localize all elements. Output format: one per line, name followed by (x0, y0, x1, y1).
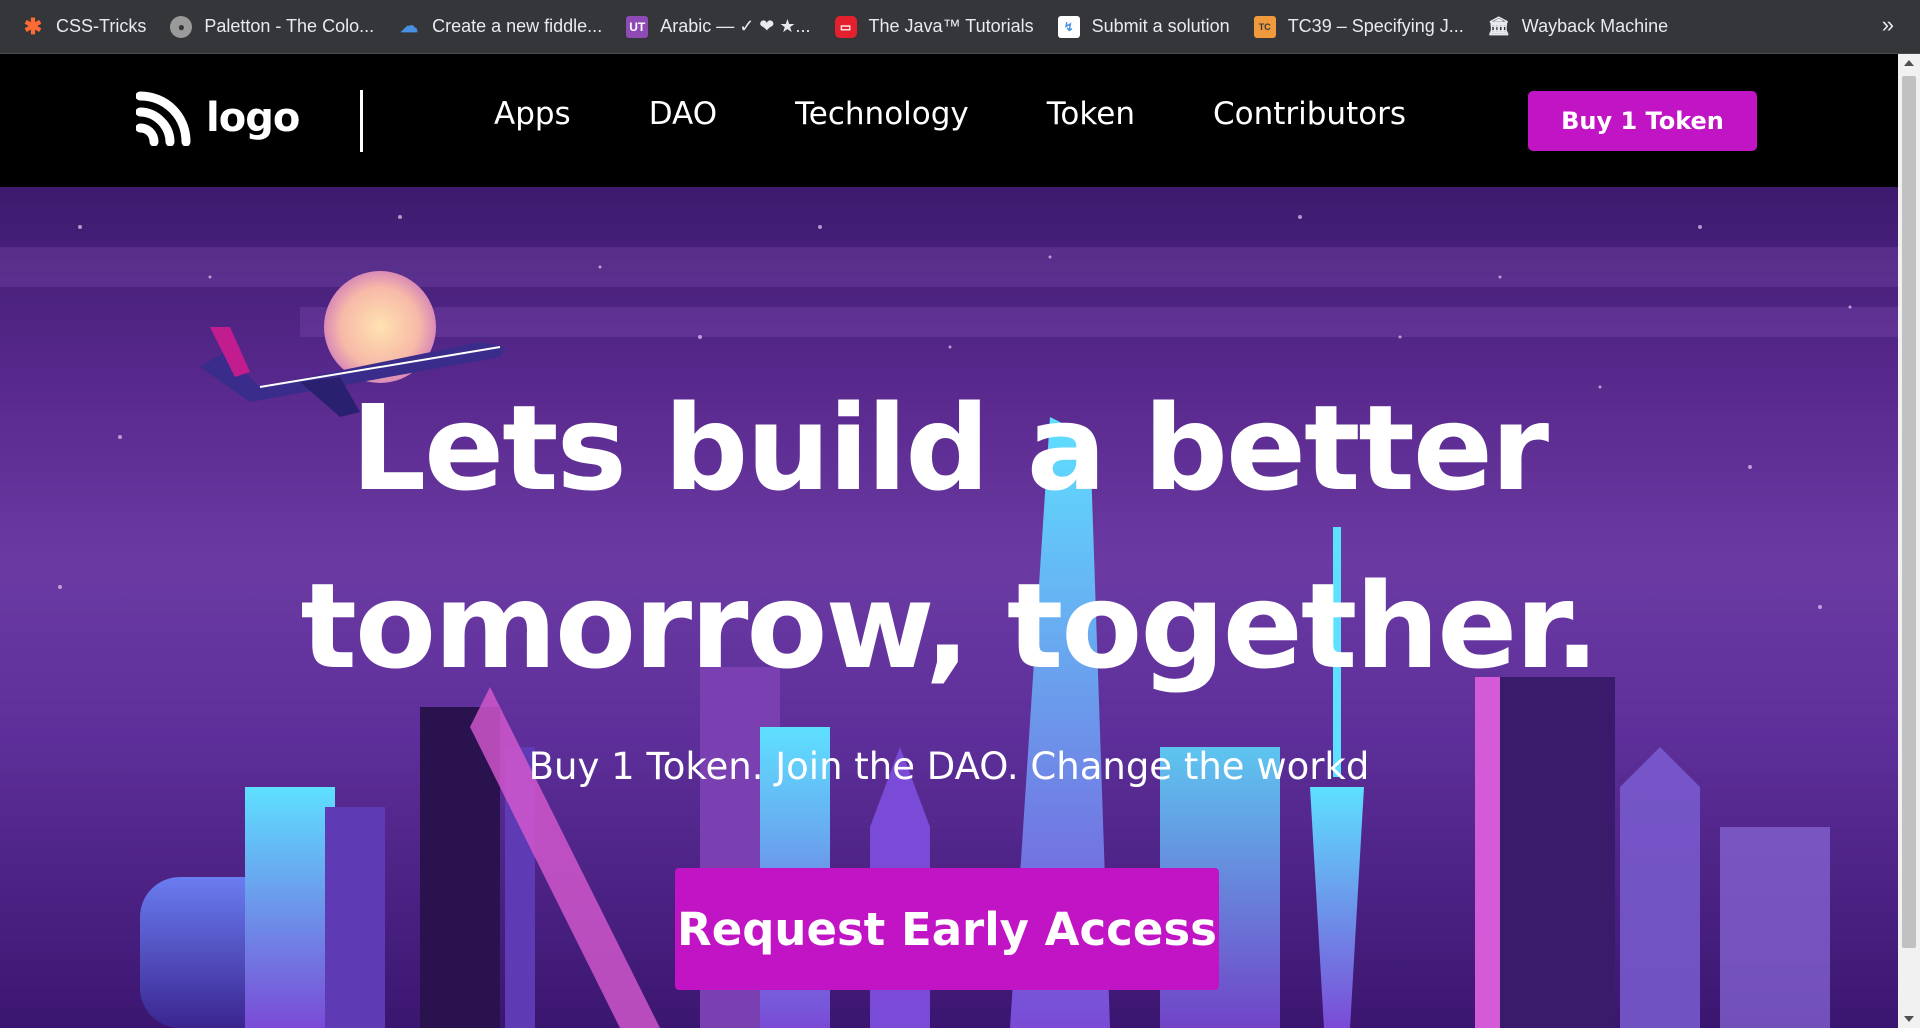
page-scrollbar[interactable] (1898, 54, 1920, 1028)
bookmark-label: TC39 – Specifying J... (1287, 16, 1464, 36)
nav-links: Apps DAO Technology Token Contributors (494, 96, 1484, 132)
bookmarks-bar: ✱ CSS-Tricks ● Paletton - The Colo... ☁ … (0, 0, 1920, 54)
scroll-down-arrow-icon[interactable] (1904, 1016, 1914, 1022)
bookmark-java-tutorials[interactable]: ▭ The Java™ Tutorials (834, 9, 1034, 45)
rss-logo-icon (136, 91, 191, 146)
hero-subtitle: Buy 1 Token. Join the DAO. Change the wo… (528, 745, 1370, 788)
nav-link-technology[interactable]: Technology (795, 96, 969, 132)
bookmark-label: Paletton - The Colo... (204, 16, 375, 36)
nav-link-token[interactable]: Token (1047, 96, 1135, 132)
nav-link-dao[interactable]: DAO (649, 96, 717, 132)
oracle-icon: ▭ (834, 15, 857, 38)
site-header: logo Apps DAO Technology Token Contribut… (0, 54, 1898, 187)
nav-link-apps[interactable]: Apps (494, 96, 571, 132)
scroll-up-arrow-icon[interactable] (1904, 60, 1914, 66)
paletton-icon: ● (170, 15, 193, 38)
bookmark-label: Wayback Machine (1521, 16, 1669, 36)
bookmark-label: The Java™ Tutorials (868, 16, 1034, 36)
bookmark-label: Arabic — ✓ ❤ ★... (660, 16, 811, 36)
bookmark-paletton[interactable]: ● Paletton - The Colo... (170, 9, 374, 45)
wayback-icon: 🏛 (1487, 16, 1511, 36)
css-tricks-icon: ✱ (23, 13, 43, 39)
bookmark-label: Create a new fiddle... (432, 16, 603, 36)
tc39-icon: TC (1253, 15, 1276, 38)
bookmark-label: Submit a solution (1091, 16, 1230, 36)
logo[interactable]: logo (136, 90, 300, 146)
bookmark-arabic[interactable]: UT Arabic — ✓ ❤ ★... (626, 9, 811, 45)
jsfiddle-icon: ☁ (400, 16, 419, 36)
buy-token-button[interactable]: Buy 1 Token (1528, 91, 1757, 151)
logo-text: logo (206, 95, 300, 141)
scrollbar-thumb[interactable] (1902, 76, 1916, 948)
hero-title-line-1: Lets build a better (350, 379, 1549, 517)
bookmark-tc39[interactable]: TC TC39 – Specifying J... (1253, 9, 1464, 45)
hero-title-line-2: tomorrow, together. (300, 557, 1600, 695)
bookmark-css-tricks[interactable]: ✱ CSS-Tricks (22, 9, 147, 45)
more-bookmarks-button[interactable]: » (1882, 12, 1894, 38)
nav-divider (360, 90, 363, 152)
submit-icon: ↯ (1057, 15, 1080, 38)
bookmark-submit-solution[interactable]: ↯ Submit a solution (1057, 9, 1230, 45)
bookmark-wayback[interactable]: 🏛 Wayback Machine (1487, 9, 1669, 45)
nav-link-contributors[interactable]: Contributors (1213, 96, 1406, 132)
hero-section: Lets build a better tomorrow, together. … (0, 187, 1898, 1028)
bookmark-label: CSS-Tricks (56, 16, 147, 36)
ut-icon: UT (626, 15, 649, 38)
bookmark-jsfiddle[interactable]: ☁ Create a new fiddle... (398, 9, 602, 45)
request-early-access-button[interactable]: Request Early Access (675, 868, 1219, 990)
